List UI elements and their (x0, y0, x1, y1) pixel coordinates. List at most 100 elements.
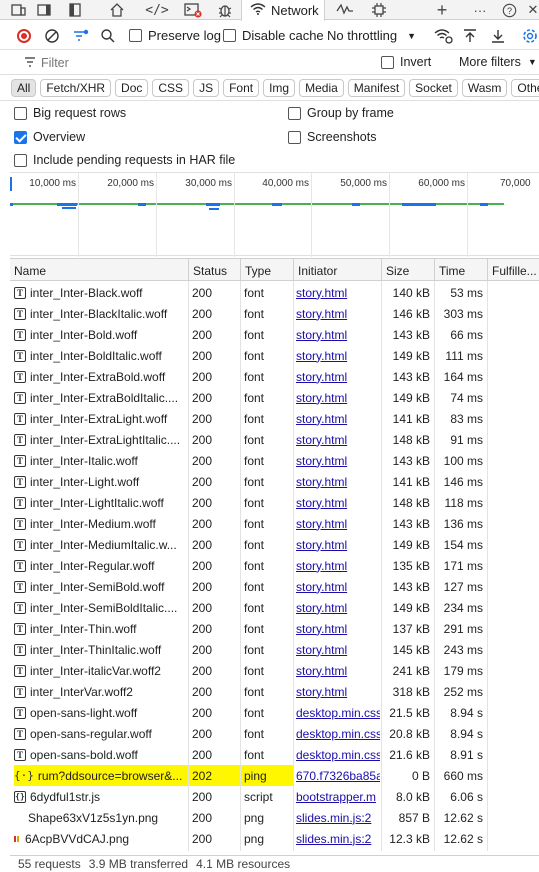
request-initiator-cell[interactable]: desktop.min.css (296, 744, 380, 765)
table-row[interactable]: {} 6dydful1str.js 200 script bootstrapper.m 8… (10, 786, 539, 807)
request-initiator-cell[interactable]: story.html (296, 534, 380, 555)
welcome-home-icon[interactable] (104, 0, 130, 20)
table-row[interactable]: Tinter_Inter-Black.woff 200 font story.html… (10, 282, 539, 303)
request-initiator-cell[interactable]: slides.min.js:2 (296, 828, 380, 849)
memory-icon[interactable] (366, 0, 392, 20)
table-row[interactable]: Topen-sans-light.woff 200 font desktop.min.… (10, 702, 539, 723)
tab-network[interactable]: Network (241, 0, 325, 21)
import-har-icon[interactable] (463, 21, 477, 50)
elements-icon[interactable]: </> (144, 0, 170, 20)
more-filters-dropdown[interactable]: More filters ▼ (459, 53, 537, 71)
request-initiator-cell[interactable]: story.html (296, 408, 380, 429)
overview-timeline[interactable]: 10,000 ms 20,000 ms 30,000 ms 40,000 ms 50,0… (10, 172, 539, 257)
network-settings-gear-icon[interactable] (522, 21, 538, 50)
request-name-cell[interactable]: Tinter_Inter-ExtraBoldItalic.... (14, 387, 188, 408)
request-initiator-cell[interactable]: story.html (296, 303, 380, 324)
clear-icon[interactable] (44, 21, 60, 50)
request-name-cell[interactable]: Tinter_Inter-SemiBold.woff (14, 576, 188, 597)
request-initiator-cell[interactable]: story.html (296, 324, 380, 345)
table-row[interactable]: Tinter_Inter-Bold.woff 200 font story.html 1… (10, 324, 539, 345)
request-initiator-cell[interactable]: story.html (296, 450, 380, 471)
throttling-select[interactable]: No throttling ▼ (327, 21, 416, 50)
request-name-cell[interactable]: Topen-sans-regular.woff (14, 723, 188, 744)
request-name-cell[interactable]: Tinter_Inter-Regular.woff (14, 555, 188, 576)
more-tabs-plus-icon[interactable]: + (429, 0, 455, 20)
table-row[interactable]: Tinter_Inter-ExtraBold.woff 200 font story.… (10, 366, 539, 387)
console-icon[interactable] (180, 0, 206, 20)
request-name-cell[interactable]: Topen-sans-bold.woff (14, 744, 188, 765)
help-icon[interactable]: ? (496, 0, 522, 20)
table-row[interactable]: Topen-sans-regular.woff 200 font desktop.mi… (10, 723, 539, 744)
request-initiator-cell[interactable]: story.html (296, 597, 380, 618)
request-name-cell[interactable]: 6AcpBVVdCAJ.png (14, 828, 188, 849)
request-name-cell[interactable]: Tinter_Inter-MediumItalic.w... (14, 534, 188, 555)
request-initiator-cell[interactable]: story.html (296, 660, 380, 681)
group-by-frame-checkbox[interactable]: Group by frame (288, 104, 394, 122)
network-conditions-icon[interactable] (434, 21, 454, 50)
table-row[interactable]: Tinter_Inter-ExtraLight.woff 200 font story… (10, 408, 539, 429)
request-name-cell[interactable]: Tinter_Inter-ExtraLightItalic.... (14, 429, 188, 450)
search-icon[interactable] (100, 21, 116, 50)
disable-cache-checkbox[interactable]: Disable cache (223, 21, 324, 50)
record-button[interactable] (17, 21, 31, 50)
include-pending-har-checkbox[interactable]: Include pending requests in HAR file (14, 151, 235, 169)
request-name-cell[interactable]: Tinter_Inter-ThinItalic.woff (14, 639, 188, 660)
table-row[interactable]: Tinter_Inter-Thin.woff 200 font story.html 1… (10, 618, 539, 639)
type-filter-fetch-xhr[interactable]: Fetch/XHR (40, 78, 112, 97)
table-row[interactable]: Tinter_Inter-Regular.woff 200 font story.ht… (10, 555, 539, 576)
table-row[interactable]: Shape63xV1z5s1yn.png 200 png slides.min.js:… (10, 807, 539, 828)
type-filter-font[interactable]: Font (223, 78, 260, 97)
preserve-log-checkbox[interactable]: Preserve log (129, 21, 221, 50)
type-filter-manifest[interactable]: Manifest (347, 78, 406, 97)
table-row[interactable]: Tinter_Inter-Light.woff 200 font story.html… (10, 471, 539, 492)
type-filter-other[interactable]: Other (511, 78, 539, 97)
dock-icon[interactable] (32, 0, 58, 20)
request-initiator-cell[interactable]: story.html (296, 513, 380, 534)
device-toolbar-icon[interactable] (6, 0, 32, 20)
request-name-cell[interactable]: Topen-sans-light.woff (14, 702, 188, 723)
screenshots-checkbox[interactable]: Screenshots (288, 128, 376, 146)
performance-icon[interactable] (332, 0, 358, 20)
request-name-cell[interactable]: Tinter_Inter-Thin.woff (14, 618, 188, 639)
filter-input-container[interactable] (10, 53, 368, 72)
request-initiator-cell[interactable]: story.html (296, 345, 380, 366)
close-icon[interactable]: ✕ (520, 0, 539, 20)
request-name-cell[interactable]: Tinter_Inter-SemiBoldItalic.... (14, 597, 188, 618)
table-row[interactable]: Tinter_Inter-BlackItalic.woff 200 font stor… (10, 303, 539, 324)
request-initiator-cell[interactable]: bootstrapper.m (296, 786, 380, 807)
request-name-cell[interactable]: Tinter_Inter-ExtraBold.woff (14, 366, 188, 387)
type-filter-wasm[interactable]: Wasm (461, 78, 508, 97)
request-name-cell[interactable]: Tinter_Inter-BoldItalic.woff (14, 345, 188, 366)
table-row[interactable]: Tinter_Inter-SemiBold.woff 200 font story.h… (10, 576, 539, 597)
request-initiator-cell[interactable]: story.html (296, 366, 380, 387)
request-name-cell[interactable]: {} 6dydful1str.js (14, 786, 188, 807)
table-row[interactable]: Tinter_Inter-ThinItalic.woff 200 font story… (10, 639, 539, 660)
column-header-type[interactable]: Type (240, 259, 293, 282)
column-header-size[interactable]: Size (381, 259, 434, 282)
request-initiator-cell[interactable]: story.html (296, 681, 380, 702)
filter-toggle-icon[interactable] (72, 21, 90, 50)
table-row[interactable]: Tinter_Inter-BoldItalic.woff 200 font story… (10, 345, 539, 366)
big-request-rows-checkbox[interactable]: Big request rows (14, 104, 126, 122)
table-row[interactable]: Tinter_Inter-LightItalic.woff 200 font stor… (10, 492, 539, 513)
table-row[interactable]: Topen-sans-bold.woff 200 font desktop.min.c… (10, 744, 539, 765)
request-initiator-cell[interactable]: story.html (296, 639, 380, 660)
request-name-cell[interactable]: Tinter_Inter-italicVar.woff2 (14, 660, 188, 681)
overview-checkbox[interactable]: Overview (14, 128, 85, 146)
request-name-cell[interactable]: Tinter_Inter-Italic.woff (14, 450, 188, 471)
request-initiator-cell[interactable]: desktop.min.css (296, 702, 380, 723)
request-initiator-cell[interactable]: 670.f7326ba85a (296, 765, 380, 786)
request-name-cell[interactable]: Tinter_Inter-Medium.woff (14, 513, 188, 534)
bug-icon[interactable] (212, 0, 238, 20)
table-row[interactable]: {·} rum?ddsource=browser&... 202 ping 670.f7… (10, 765, 539, 786)
table-row[interactable]: Tinter_Inter-Medium.woff 200 font story.htm… (10, 513, 539, 534)
table-row[interactable]: Tinter_Inter-MediumItalic.w... 200 font sto… (10, 534, 539, 555)
column-header-time[interactable]: Time (434, 259, 487, 282)
invert-checkbox[interactable]: Invert (381, 53, 431, 71)
request-initiator-cell[interactable]: story.html (296, 282, 380, 303)
request-name-cell[interactable]: Tinter_Inter-BlackItalic.woff (14, 303, 188, 324)
request-initiator-cell[interactable]: story.html (296, 555, 380, 576)
filter-input[interactable] (41, 55, 361, 70)
request-name-cell[interactable]: Tinter_Inter-ExtraLight.woff (14, 408, 188, 429)
request-name-cell[interactable]: Tinter_Inter-Bold.woff (14, 324, 188, 345)
